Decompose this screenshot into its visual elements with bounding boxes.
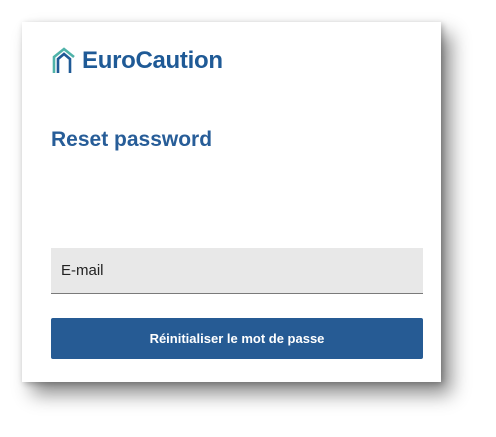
house-outline-icon <box>52 47 75 73</box>
reset-password-card: EuroCaution Reset password Réinitialiser… <box>22 22 441 382</box>
page-title: Reset password <box>51 128 213 151</box>
email-field[interactable] <box>51 248 423 294</box>
brand-name: EuroCaution <box>82 47 223 74</box>
reset-password-button[interactable]: Réinitialiser le mot de passe <box>51 318 423 359</box>
eurocaution-logo: EuroCaution <box>52 46 223 76</box>
